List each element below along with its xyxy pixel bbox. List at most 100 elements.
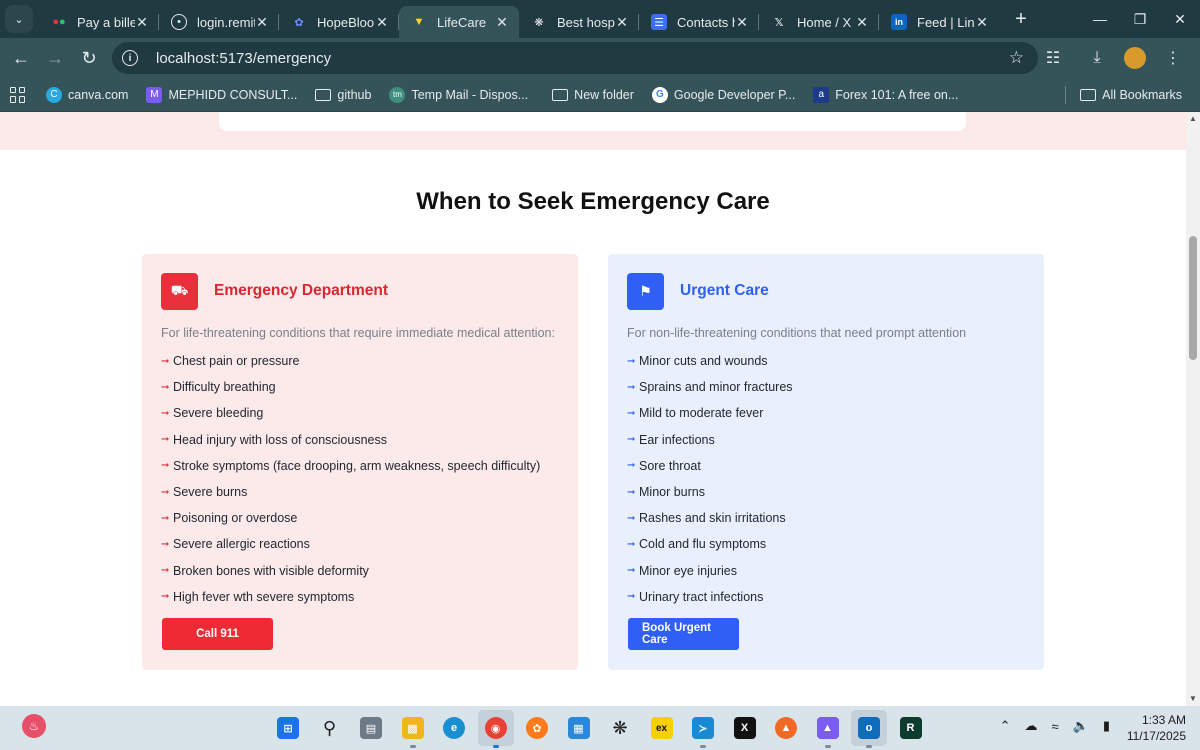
x-app-icon[interactable]: X xyxy=(727,710,763,746)
brave-icon[interactable]: ▲ xyxy=(768,710,804,746)
chrome-icon[interactable]: ◉ xyxy=(477,710,514,748)
bookmark-forex[interactable]: a Forex 101: A free on... xyxy=(813,86,958,103)
navigation-bar: ← → ↻ i localhost:5173/emergency ☆ ☷ ⤓ ⋮ xyxy=(0,38,1200,78)
chevron-up-icon[interactable]: ⌃ xyxy=(1000,718,1011,734)
folder-icon xyxy=(552,88,569,101)
page-scrollbar[interactable]: ▲ ▼ xyxy=(1186,112,1200,706)
minimize-icon[interactable]: — xyxy=(1080,0,1120,38)
emergency-conditions-list: ➞ Chest pain or pressure ➞ Difficulty brea… xyxy=(161,348,559,610)
close-tab-icon[interactable]: ✕ xyxy=(615,14,629,31)
wifi-icon[interactable]: ≈ xyxy=(1052,719,1059,734)
url-text[interactable]: localhost:5173/emergency xyxy=(156,50,331,67)
tab-best-hospital[interactable]: ❋ Best hospi ✕ xyxy=(519,6,639,38)
bookmark-temp-mail[interactable]: tm Temp Mail - Dispos... xyxy=(389,86,528,103)
task-view-icon[interactable]: ▤ xyxy=(353,710,389,746)
close-tab-icon[interactable]: ✕ xyxy=(135,14,149,31)
menu-icon[interactable]: ⋮ xyxy=(1156,41,1190,75)
bookmark-label: New folder xyxy=(574,87,634,102)
bookmark-star-icon[interactable]: ☆ xyxy=(1009,48,1024,68)
search-icon[interactable]: ⚲ xyxy=(312,710,348,746)
affinity-icon[interactable]: ▲ xyxy=(810,710,846,748)
taskbar: ♨ ⊞ ⚲ ▤ ▩ e ◉ ✿ ▦ ❋ ex ≻ X ▲ ▲ o R ⌃ ☁ ≈… xyxy=(0,706,1200,750)
bookmark-github[interactable]: github xyxy=(315,88,371,102)
new-tab-icon[interactable]: + xyxy=(1007,8,1035,31)
store-icon[interactable]: ▦ xyxy=(561,710,597,746)
list-item: ➞ Poisoning or overdose xyxy=(161,505,559,531)
bookmark-mephidd[interactable]: M MEPHIDD CONSULT... xyxy=(146,86,297,103)
bookmark-google-developer[interactable]: G Google Developer P... xyxy=(651,86,795,103)
forward-icon[interactable]: → xyxy=(38,41,72,75)
arrow-right-icon: ➞ xyxy=(161,381,170,393)
avatar[interactable] xyxy=(1124,47,1146,69)
bookmark-separator xyxy=(1065,85,1067,104)
arrow-right-icon: ➞ xyxy=(161,565,170,577)
card-header: ⛟ Emergency Department xyxy=(161,272,559,310)
tab-contacts[interactable]: ☰ Contacts h ✕ xyxy=(639,6,759,38)
close-tab-icon[interactable]: ✕ xyxy=(495,14,509,31)
outlook-icon[interactable]: o xyxy=(851,710,887,748)
list-item: ➞ Sprains and minor fractures xyxy=(627,374,1025,400)
list-item-text: Chest pain or pressure xyxy=(173,354,300,369)
apps-grid-icon[interactable] xyxy=(10,86,26,103)
bookmark-canva[interactable]: Ccanva.com xyxy=(46,86,128,103)
openai-icon: ❋ xyxy=(534,16,544,29)
tab-linkedin-feed[interactable]: in Feed | Link ✕ xyxy=(879,6,999,38)
close-tab-icon[interactable]: ✕ xyxy=(255,14,269,31)
tab-pay-a-biller[interactable]: ● ● Pay a biller ✕ xyxy=(39,6,159,38)
scroll-up-icon[interactable]: ▲ xyxy=(1186,112,1200,126)
tab-lifecare[interactable]: ▼ LifeCare ✕ xyxy=(399,6,519,38)
list-item: ➞ Mild to moderate fever xyxy=(627,400,1025,426)
tab-search-icon[interactable]: ⌄ xyxy=(5,5,33,33)
tab-title: Pay a biller xyxy=(77,14,135,30)
edge-icon[interactable]: e xyxy=(436,710,472,746)
tab-title: Feed | Link xyxy=(917,14,975,30)
windows-start-icon[interactable]: ⊞ xyxy=(270,710,306,746)
close-tab-icon[interactable]: ✕ xyxy=(975,14,989,31)
tab-home-x[interactable]: 𝕏 Home / X ✕ xyxy=(759,6,879,38)
battery-icon[interactable]: ▮ xyxy=(1103,718,1110,734)
restore-icon[interactable]: ❐ xyxy=(1120,0,1160,38)
call-911-button[interactable]: Call 911 xyxy=(162,618,273,650)
all-bookmarks[interactable]: All Bookmarks xyxy=(1080,88,1182,102)
exness-icon[interactable]: ex xyxy=(644,710,680,746)
close-tab-icon[interactable]: ✕ xyxy=(735,14,749,31)
scrollbar-thumb[interactable] xyxy=(1189,236,1197,360)
bookmark-new-folder[interactable]: New folder xyxy=(552,88,634,102)
hopebloom-icon: ✿ xyxy=(294,16,304,29)
arrow-right-icon: ➞ xyxy=(627,538,636,550)
no-network-icon[interactable]: ☁ xyxy=(1025,718,1038,734)
site-info-icon[interactable]: i xyxy=(122,50,138,66)
folder-icon xyxy=(315,88,332,101)
list-item-text: Sprains and minor fractures xyxy=(639,380,793,395)
tab-login-remit[interactable]: • login.remit ✕ xyxy=(159,6,279,38)
download-icon[interactable]: ⤓ xyxy=(1080,41,1114,75)
vscode-icon[interactable]: ≻ xyxy=(685,710,721,748)
close-window-icon[interactable]: ✕ xyxy=(1160,0,1200,38)
close-tab-icon[interactable]: ✕ xyxy=(855,14,869,31)
list-item-text: Severe burns xyxy=(173,485,248,500)
list-item: ➞ Head injury with loss of consciousness xyxy=(161,427,559,453)
r-icon[interactable]: R xyxy=(893,710,929,746)
volume-icon[interactable]: 🔈 xyxy=(1073,718,1089,734)
book-urgent-care-button[interactable]: Book Urgent Care xyxy=(628,618,739,650)
back-icon[interactable]: ← xyxy=(4,41,38,75)
tab-hopebloom[interactable]: ✿ HopeBloom ✕ xyxy=(279,6,399,38)
list-item: ➞ Difficulty breathing xyxy=(161,374,559,400)
close-tab-icon[interactable]: ✕ xyxy=(375,14,389,31)
reload-icon[interactable]: ↻ xyxy=(72,41,106,75)
file-explorer-icon[interactable]: ▩ xyxy=(395,710,431,748)
firefox-icon[interactable]: ✿ xyxy=(519,710,555,746)
clock[interactable]: 1:33 AM 11/17/2025 xyxy=(1127,712,1186,744)
arrow-right-icon: ➞ xyxy=(627,460,636,472)
arrow-right-icon: ➞ xyxy=(627,512,636,524)
globe-icon: • xyxy=(171,14,187,30)
arrow-right-icon: ➞ xyxy=(627,565,636,577)
list-item-text: Minor eye injuries xyxy=(639,563,737,578)
widgets-icon[interactable]: ♨ xyxy=(22,714,46,738)
scroll-down-icon[interactable]: ▼ xyxy=(1186,692,1200,706)
chatgpt-icon[interactable]: ❋ xyxy=(602,710,638,746)
address-bar[interactable]: i localhost:5173/emergency ☆ xyxy=(112,42,1038,74)
arrow-right-icon: ➞ xyxy=(627,486,636,498)
linkedin-icon: in xyxy=(891,14,907,30)
extensions-icon[interactable]: ☷ xyxy=(1036,41,1070,75)
